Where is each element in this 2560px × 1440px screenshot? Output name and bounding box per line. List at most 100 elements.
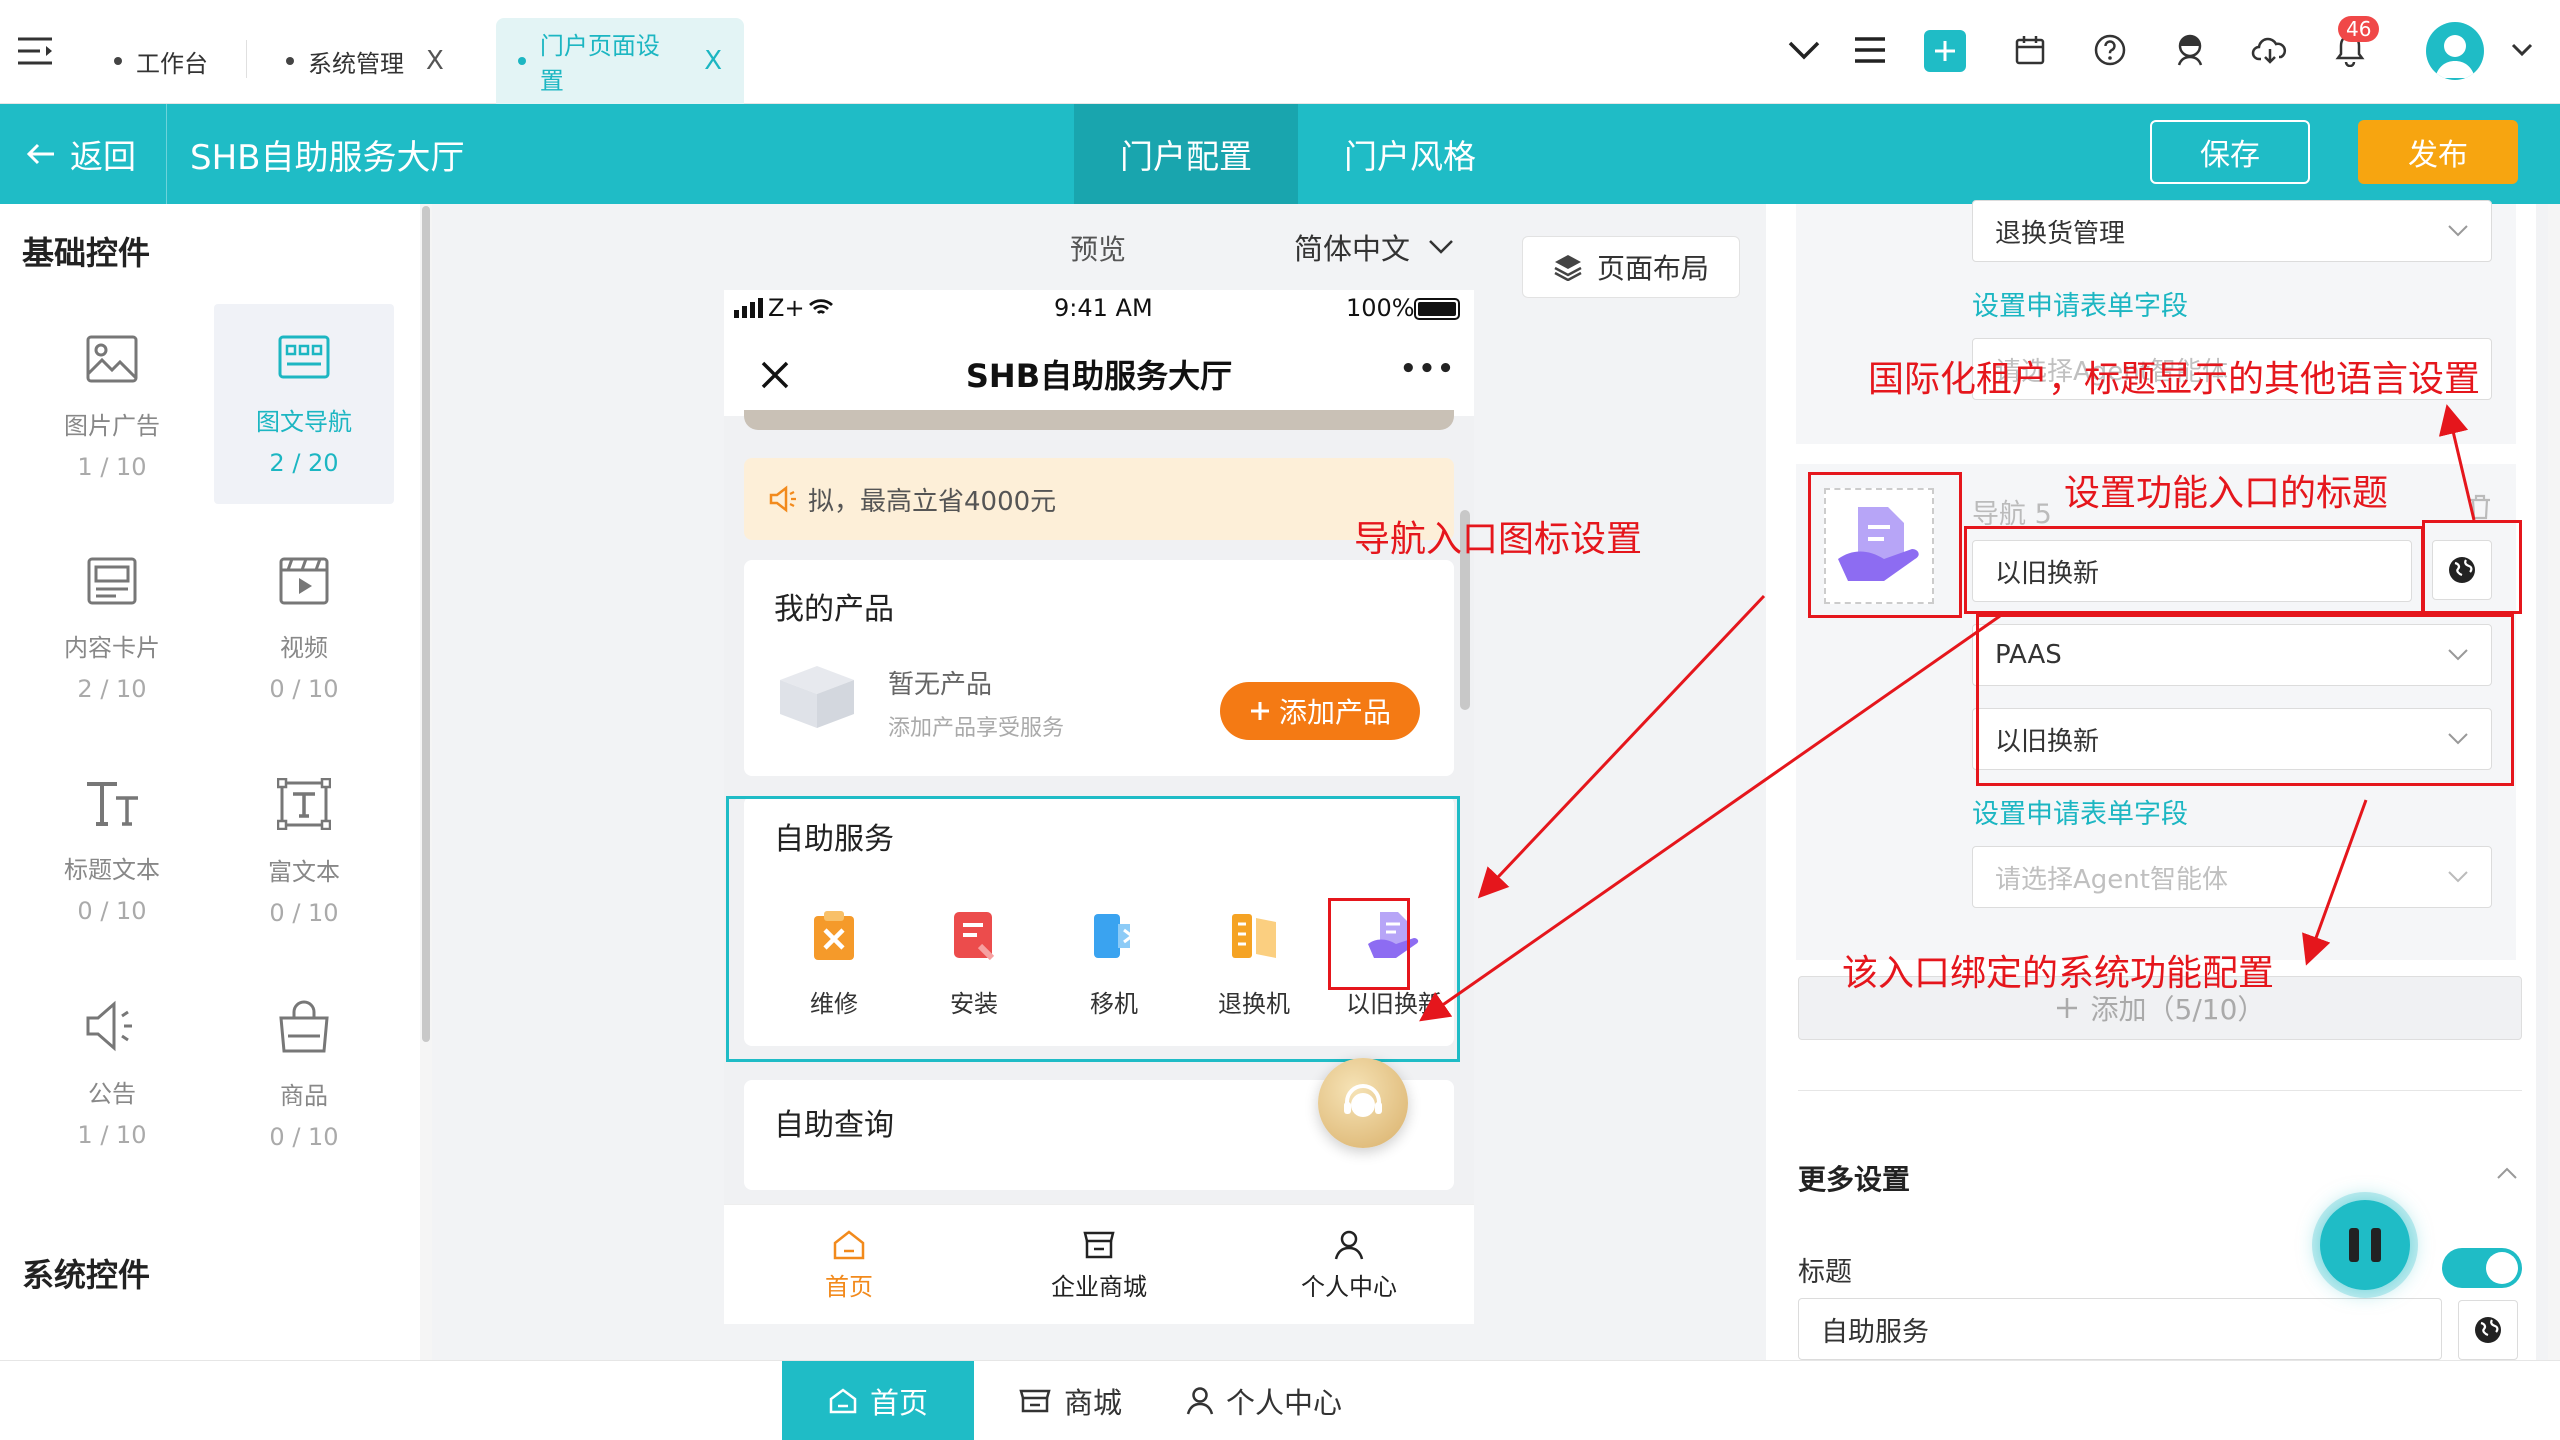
no-product-text: 暂无产品: [888, 670, 993, 700]
basic-components-title: 基础控件: [22, 234, 151, 272]
video-icon: [279, 557, 329, 605]
store-icon: [1019, 1389, 1051, 1413]
phone-tab-bar: 首页 企业商城 个人中心: [724, 1204, 1474, 1324]
component-count: 1 / 10: [77, 453, 147, 481]
back-label: 返回: [70, 137, 136, 176]
component-count: 2 / 20: [269, 449, 339, 477]
component-title-text[interactable]: 标题文本 0 / 10: [22, 748, 202, 948]
language-value: 简体中文: [1294, 232, 1411, 266]
shopping-bag-icon: [279, 1000, 329, 1053]
component-image-ad[interactable]: 图片广告 1 / 10: [22, 304, 202, 504]
bottom-tab-home[interactable]: 首页: [782, 1361, 974, 1440]
phone-tab-label: 企业商城: [1051, 1272, 1147, 1301]
list-icon[interactable]: [1848, 28, 1892, 72]
rich-text-icon: [277, 778, 331, 830]
top-tab-bar: 工作台 系统管理 X 门户页面设置 X 46: [0, 0, 2560, 104]
component-count: 0 / 10: [269, 675, 339, 703]
plus-icon: [2056, 998, 2077, 1018]
my-products-title: 我的产品: [774, 592, 894, 627]
headset-icon: [1344, 1084, 1382, 1117]
speaker-icon: [769, 485, 796, 513]
calendar-icon[interactable]: [2008, 28, 2052, 72]
agent-select[interactable]: 请选择Agent智能体: [1972, 846, 2492, 908]
phone-tab-mall[interactable]: 企业商城: [974, 1205, 1224, 1324]
tab-close-icon[interactable]: X: [704, 46, 722, 76]
component-label: 视频: [280, 634, 328, 662]
announcement-text: 拟，最高立省4000元: [808, 486, 1057, 517]
right-scrollbar-track[interactable]: [2548, 204, 2560, 1360]
tab-close-icon[interactable]: X: [426, 46, 444, 76]
cloud-download-icon[interactable]: [2248, 28, 2292, 72]
phone-title: SHB自助服务大厅: [965, 357, 1233, 395]
left-scrollbar-thumb[interactable]: [422, 206, 430, 1042]
chevron-down-icon: [2448, 225, 2468, 237]
collapse-chevron-up-icon[interactable]: [2496, 1166, 2518, 1180]
announcement-bar[interactable]: 拟，最高立省4000元: [744, 458, 1454, 540]
tab-divider: [246, 40, 247, 78]
page-layout-label: 页面布局: [1596, 252, 1709, 285]
select-value: 退换货管理: [1995, 218, 2126, 249]
add-product-label: 添加产品: [1278, 696, 1391, 729]
self-query-title: 自助查询: [774, 1108, 894, 1143]
phone-nav-bar: SHB自助服务大厅 •••: [724, 332, 1474, 416]
chevron-down-icon[interactable]: [1782, 28, 1826, 72]
component-product[interactable]: 商品 0 / 10: [214, 970, 394, 1170]
title-visibility-toggle[interactable]: [2442, 1248, 2522, 1288]
add-product-button[interactable]: 添加产品: [1220, 682, 1420, 740]
component-content-card[interactable]: 内容卡片 2 / 10: [22, 526, 202, 726]
bottom-tab-mall[interactable]: 商城: [1018, 1361, 1122, 1440]
chevron-down-icon: [2448, 871, 2468, 883]
page-layout-button[interactable]: 页面布局: [1522, 236, 1740, 298]
recording-pause-button[interactable]: [2320, 1200, 2410, 1290]
return-management-select[interactable]: 退换货管理: [1972, 200, 2492, 262]
component-label: 图片广告: [64, 412, 160, 440]
phone-tab-home[interactable]: 首页: [724, 1205, 974, 1324]
component-image-text-nav[interactable]: 图文导航 2 / 20: [214, 304, 394, 504]
banner-image[interactable]: [744, 410, 1454, 430]
bottom-tab-profile[interactable]: 个人中心: [1186, 1361, 1342, 1440]
component-title-input[interactable]: 自助服务: [1798, 1298, 2442, 1360]
tab-label: 系统管理: [308, 49, 404, 78]
tab-workbench[interactable]: 工作台: [92, 18, 230, 104]
phone-tab-profile[interactable]: 个人中心: [1224, 1205, 1474, 1324]
component-count: 1 / 10: [77, 1121, 147, 1149]
set-form-fields-link[interactable]: 设置申请表单字段: [1972, 284, 2188, 323]
tab-portal-style[interactable]: 门户风格: [1298, 104, 1522, 204]
avatar-chevron-down-icon[interactable]: [2500, 28, 2544, 72]
notification-badge: 46: [2338, 16, 2380, 42]
more-icon[interactable]: •••: [1400, 354, 1456, 384]
trade-in-icon-highlight: [1328, 898, 1410, 990]
tab-system-management[interactable]: 系统管理 X: [264, 18, 466, 104]
user-service-icon[interactable]: [2168, 28, 2212, 72]
more-settings-title: 更多设置: [1798, 1163, 1911, 1196]
delete-icon[interactable]: [2468, 494, 2492, 520]
component-rich-text[interactable]: 富文本 0 / 10: [214, 748, 394, 948]
customer-service-float-button[interactable]: [1318, 1058, 1408, 1148]
tab-dot: [114, 57, 122, 65]
component-count: 0 / 10: [77, 897, 147, 925]
component-video[interactable]: 视频 0 / 10: [214, 526, 394, 726]
component-label: 富文本: [268, 858, 340, 886]
component-count: 2 / 10: [77, 675, 147, 703]
publish-button[interactable]: 发布: [2358, 120, 2518, 184]
menu-toggle-icon[interactable]: [16, 36, 54, 66]
system-components-title: 系统控件: [22, 1256, 151, 1294]
user-icon: [1334, 1230, 1364, 1259]
set-form-fields-link[interactable]: 设置申请表单字段: [1972, 792, 2188, 831]
back-button[interactable]: 返回: [26, 104, 136, 204]
language-select[interactable]: 简体中文: [1294, 226, 1454, 268]
no-product-subtext: 添加产品享受服务: [888, 716, 1065, 741]
save-button[interactable]: 保存: [2150, 120, 2310, 184]
component-announcement[interactable]: 公告 1 / 10: [22, 970, 202, 1170]
speaker-icon: [86, 1000, 132, 1052]
help-icon[interactable]: [2088, 28, 2132, 72]
section-divider: [1798, 1090, 2522, 1091]
tab-portal-page-settings[interactable]: 门户页面设置 X: [496, 18, 744, 104]
component-title-i18n-button[interactable]: [2458, 1300, 2518, 1360]
wifi-icon: [809, 299, 833, 315]
avatar[interactable]: [2426, 22, 2484, 80]
bottom-tab-label: 商城: [1064, 1386, 1123, 1420]
add-icon[interactable]: [1924, 30, 1966, 72]
tab-portal-config[interactable]: 门户配置: [1074, 104, 1298, 204]
page-title: SHB自助服务大厅: [190, 137, 465, 178]
